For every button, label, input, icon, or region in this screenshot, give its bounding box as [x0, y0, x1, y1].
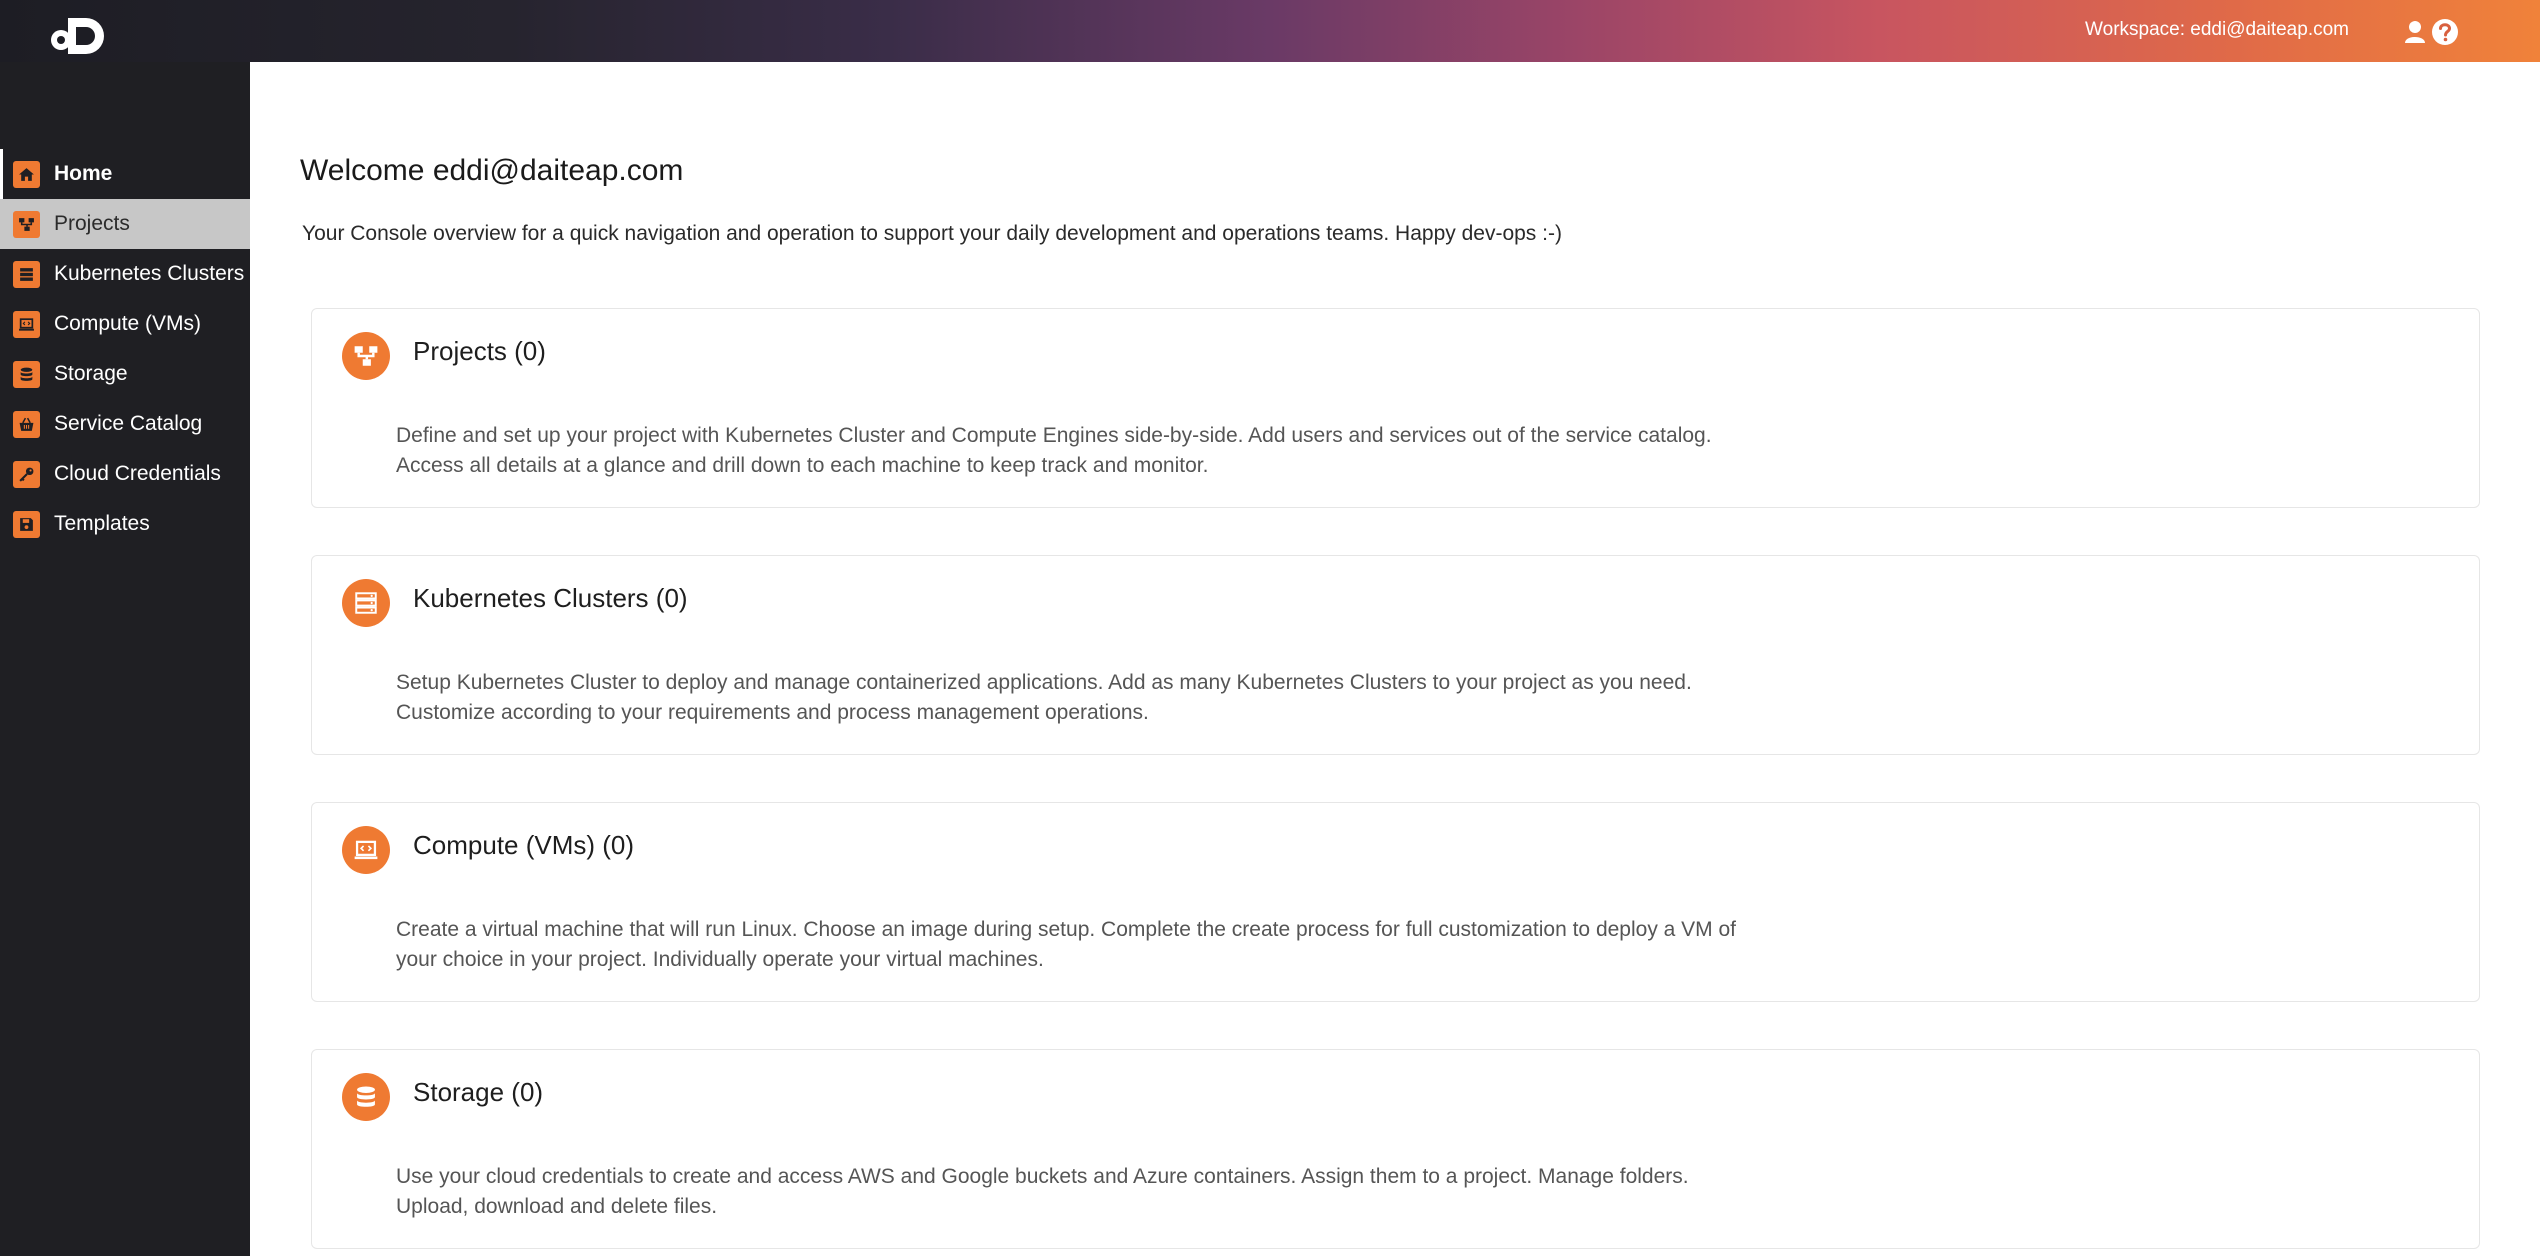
projects-icon	[342, 332, 390, 380]
page-title: Welcome eddi@daiteap.com	[300, 154, 684, 187]
workspace-label[interactable]: Workspace: eddi@daiteap.com	[2085, 19, 2349, 41]
sidebar-item-label: Templates	[54, 512, 150, 535]
sidebar-item-templates[interactable]: Templates	[0, 499, 250, 549]
sidebar-item-label: Service Catalog	[54, 412, 203, 435]
sidebar-item-storage[interactable]: Storage	[0, 349, 250, 399]
card-description: Setup Kubernetes Cluster to deploy and m…	[396, 671, 1692, 724]
sidebar-item-cloud-credentials[interactable]: Cloud Credentials	[0, 449, 250, 499]
database-icon	[13, 360, 40, 388]
server-icon	[342, 579, 390, 627]
card-title[interactable]: Storage (0)	[413, 1077, 543, 1108]
database-icon	[342, 1073, 390, 1121]
sidebar-item-label: Kubernetes Clusters	[54, 262, 245, 285]
home-icon	[13, 160, 40, 188]
card-description: Create a virtual machine that will run L…	[396, 918, 1737, 971]
basket-icon	[13, 410, 40, 438]
server-icon	[13, 260, 40, 288]
help-icon[interactable]	[2430, 17, 2460, 47]
sidebar-item-label: Home	[54, 162, 113, 185]
card-title[interactable]: Compute (VMs) (0)	[413, 830, 634, 861]
sidebar-item-kubernetes-clusters[interactable]: Kubernetes Clusters	[0, 249, 250, 299]
card-description: Use your cloud credentials to create and…	[396, 1165, 1689, 1218]
sidebar-item-label: Storage	[54, 362, 128, 385]
save-icon	[13, 510, 40, 538]
compute-vms-card[interactable]: Compute (VMs) (0) Create a virtual machi…	[311, 802, 2480, 1002]
main-content: Welcome eddi@daiteap.com Your Console ov…	[250, 62, 2540, 1256]
user-icon[interactable]	[2400, 17, 2430, 47]
sidebar-item-service-catalog[interactable]: Service Catalog	[0, 399, 250, 449]
sidebar-item-home[interactable]: Home	[0, 149, 250, 199]
top-header: Workspace: eddi@daiteap.com	[0, 0, 2540, 62]
daiteap-logo[interactable]	[48, 14, 112, 54]
laptop-icon	[13, 310, 40, 338]
sidebar-item-label: Cloud Credentials	[54, 462, 221, 485]
sidebar-item-projects[interactable]: Projects	[0, 199, 250, 249]
sidebar-item-label: Projects	[54, 212, 130, 235]
page-subtitle: Your Console overview for a quick naviga…	[302, 222, 1562, 245]
sidebar-nav: Home Projects Kubernetes Clusters Comput…	[0, 149, 250, 549]
sidebar: Home Projects Kubernetes Clusters Comput…	[0, 62, 250, 1256]
storage-card[interactable]: Storage (0) Use your cloud credentials t…	[311, 1049, 2480, 1249]
card-description: Define and set up your project with Kube…	[396, 424, 1712, 477]
key-icon	[13, 460, 40, 488]
projects-card[interactable]: Projects (0) Define and set up your proj…	[311, 308, 2480, 508]
laptop-icon	[342, 826, 390, 874]
sidebar-item-compute[interactable]: Compute (VMs)	[0, 299, 250, 349]
sidebar-item-label: Compute (VMs)	[54, 312, 202, 335]
card-title[interactable]: Projects (0)	[413, 336, 546, 367]
card-title[interactable]: Kubernetes Clusters (0)	[413, 583, 688, 614]
projects-icon	[13, 210, 40, 238]
kubernetes-clusters-card[interactable]: Kubernetes Clusters (0) Setup Kubernetes…	[311, 555, 2480, 755]
